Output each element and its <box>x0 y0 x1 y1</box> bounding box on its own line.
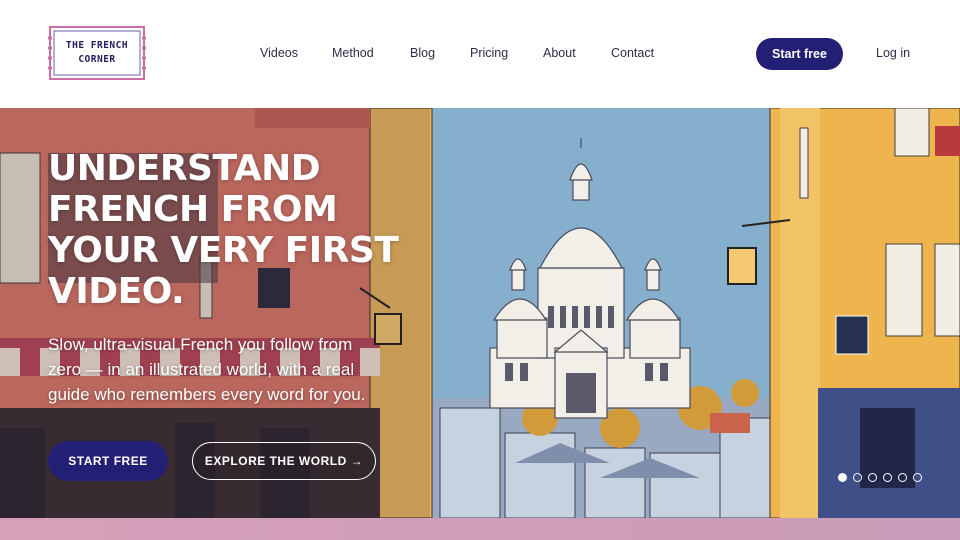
carousel-dot-2[interactable] <box>853 473 862 482</box>
hero-title: UNDERSTAND FRENCH FROM YOUR VERY FIRST V… <box>48 148 399 312</box>
carousel-dot-1[interactable] <box>838 473 847 482</box>
login-link[interactable]: Log in <box>876 46 910 60</box>
hero-subtitle: Slow, ultra-visual French you follow fro… <box>48 335 366 404</box>
hero-start-free-button[interactable]: START FREE <box>48 441 168 481</box>
explore-world-button[interactable]: EXPLORE THE WORLD → <box>192 442 376 480</box>
nav-about[interactable]: About <box>543 46 576 60</box>
carousel-dot-5[interactable] <box>898 473 907 482</box>
site-header: THE FRENCH CORNER Videos Method Blog Pri… <box>0 0 960 108</box>
nav-contact[interactable]: Contact <box>611 46 654 60</box>
carousel-dot-4[interactable] <box>883 473 892 482</box>
carousel-dot-3[interactable] <box>868 473 877 482</box>
header-start-free-button[interactable]: Start free <box>756 38 843 70</box>
nav-blog[interactable]: Blog <box>410 46 435 60</box>
hero-section: UNDERSTAND FRENCH FROM YOUR VERY FIRST V… <box>0 108 960 518</box>
nav-videos[interactable]: Videos <box>260 46 298 60</box>
carousel-dot-6[interactable] <box>913 473 922 482</box>
nav-pricing[interactable]: Pricing <box>470 46 508 60</box>
carousel-dots <box>838 473 922 483</box>
next-section-edge <box>0 518 960 540</box>
nav-method[interactable]: Method <box>332 46 374 60</box>
